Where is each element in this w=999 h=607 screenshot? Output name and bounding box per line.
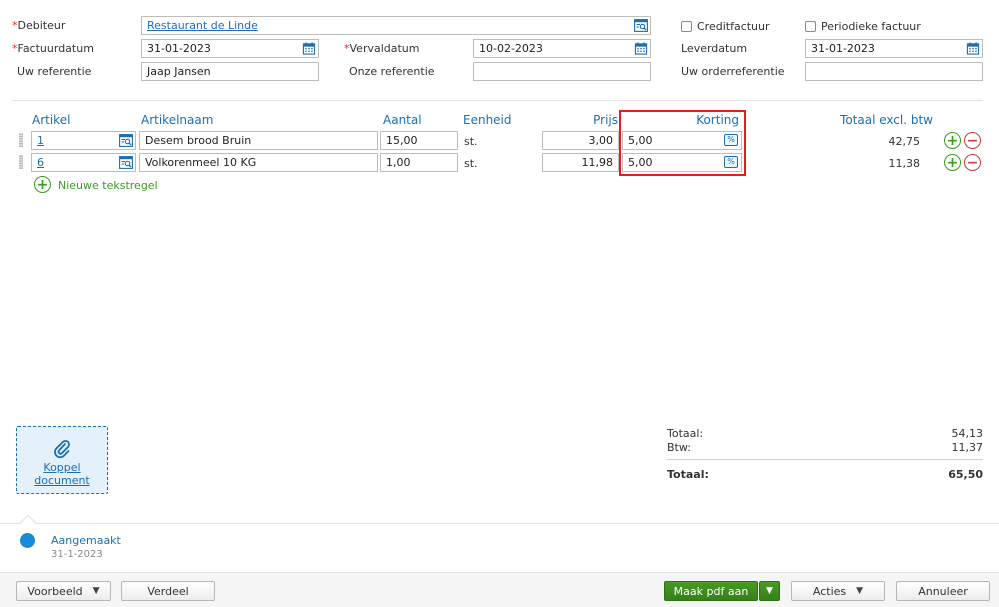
lookup-icon[interactable] <box>119 156 133 169</box>
chevron-down-icon: ▼ <box>766 586 773 596</box>
chevron-down-icon: ▼ <box>856 586 864 596</box>
column-header-totaal: Totaal excl. btw <box>840 113 933 127</box>
grand-total-value: 65,50 <box>948 468 983 481</box>
artikel-link[interactable]: 6 <box>37 156 44 169</box>
creditfactuur-checkbox[interactable] <box>681 21 692 32</box>
calendar-icon[interactable] <box>302 42 316 55</box>
remove-line-icon[interactable]: − <box>964 154 981 171</box>
artikelnaam-input[interactable]: Volkorenmeel 10 KG <box>139 153 378 172</box>
vervaldatum-field[interactable]: 10-02-2023 <box>473 39 651 58</box>
prijs-input[interactable]: 3,00 <box>542 131 619 150</box>
totaal-value: 54,13 <box>951 427 984 440</box>
verdeel-button[interactable]: Verdeel <box>121 581 215 601</box>
debiteur-label: *Debiteur <box>12 19 66 32</box>
voorbeeld-button[interactable]: Voorbeeld ▼ <box>16 581 111 601</box>
factuurdatum-field[interactable]: 31-01-2023 <box>141 39 319 58</box>
leverdatum-value: 31-01-2023 <box>811 42 875 55</box>
column-header-artikel: Artikel <box>32 113 71 127</box>
column-header-eenheid: Eenheid <box>463 113 512 127</box>
line-total: 11,38 <box>888 157 921 170</box>
factuurdatum-value: 31-01-2023 <box>147 42 211 55</box>
calendar-icon[interactable] <box>634 42 648 55</box>
uw-orderreferentie-label: Uw orderreferentie <box>681 65 785 78</box>
grand-total-label: Totaal: <box>667 468 709 481</box>
artikel-field[interactable]: 1 <box>31 131 136 150</box>
leverdatum-field[interactable]: 31-01-2023 <box>805 39 983 58</box>
vervaldatum-value: 10-02-2023 <box>479 42 543 55</box>
periodieke-factuur-checkbox[interactable] <box>805 21 816 32</box>
aantal-input[interactable]: 1,00 <box>380 153 458 172</box>
koppel-document-dropzone[interactable]: Koppel document <box>16 426 108 494</box>
column-header-aantal: Aantal <box>383 113 422 127</box>
calendar-icon[interactable] <box>966 42 980 55</box>
voorbeeld-label: Voorbeeld <box>27 584 83 598</box>
uw-referentie-label: Uw referentie <box>17 65 92 78</box>
onze-referentie-label: Onze referentie <box>349 65 435 78</box>
totaal-label: Totaal: <box>667 427 704 440</box>
artikelnaam-input[interactable]: Desem brood Bruin <box>139 131 378 150</box>
paperclip-icon <box>54 439 70 459</box>
eenheid-value: st. <box>464 157 478 170</box>
acties-button[interactable]: Acties ▼ <box>791 581 885 601</box>
vervaldatum-label: *Vervaldatum <box>344 42 420 55</box>
korting-highlight <box>619 110 746 176</box>
column-header-prijs: Prijs <box>593 113 618 127</box>
artikel-field[interactable]: 6 <box>31 153 136 172</box>
timeline-pointer <box>19 514 37 532</box>
add-line-icon[interactable]: + <box>944 154 961 171</box>
eenheid-value: st. <box>464 135 478 148</box>
lookup-icon[interactable] <box>634 19 648 32</box>
lookup-icon[interactable] <box>119 134 133 147</box>
chevron-down-icon: ▼ <box>92 586 100 596</box>
timeline-status: Aangemaakt <box>51 534 121 547</box>
drag-handle-icon[interactable] <box>19 155 23 169</box>
creditfactuur-label: Creditfactuur <box>697 20 770 33</box>
divider <box>12 100 983 101</box>
uw-referentie-input[interactable]: Jaap Jansen <box>141 62 319 81</box>
annuleer-button[interactable]: Annuleer <box>896 581 990 601</box>
timeline-divider <box>0 523 999 524</box>
timeline-status-dot <box>20 533 35 548</box>
debiteur-field[interactable]: Restaurant de Linde <box>141 16 651 35</box>
leverdatum-label: Leverdatum <box>681 42 748 55</box>
btw-label: Btw: <box>667 441 691 454</box>
artikel-link[interactable]: 1 <box>37 134 44 147</box>
add-text-line-icon[interactable]: + <box>34 176 51 193</box>
timeline-date: 31-1-2023 <box>51 549 103 560</box>
column-header-artikelnaam: Artikelnaam <box>141 113 214 127</box>
uw-orderreferentie-input[interactable] <box>805 62 983 81</box>
summary-divider <box>667 459 983 460</box>
remove-line-icon[interactable]: − <box>964 132 981 149</box>
debiteur-link[interactable]: Restaurant de Linde <box>147 19 258 32</box>
drag-handle-icon[interactable] <box>19 133 23 147</box>
line-total: 42,75 <box>888 135 921 148</box>
new-text-line-link[interactable]: Nieuwe tekstregel <box>58 179 158 192</box>
acties-label: Acties <box>812 584 847 598</box>
prijs-input[interactable]: 11,98 <box>542 153 619 172</box>
aantal-input[interactable]: 15,00 <box>380 131 458 150</box>
factuurdatum-label: *Factuurdatum <box>12 42 94 55</box>
onze-referentie-input[interactable] <box>473 62 651 81</box>
maak-pdf-dropdown[interactable]: ▼ <box>759 581 780 601</box>
koppel-document-link[interactable]: Koppel document <box>17 461 107 487</box>
periodieke-factuur-label: Periodieke factuur <box>821 20 921 33</box>
maak-pdf-button[interactable]: Maak pdf aan <box>664 581 758 601</box>
btw-value: 11,37 <box>951 441 984 454</box>
add-line-icon[interactable]: + <box>944 132 961 149</box>
